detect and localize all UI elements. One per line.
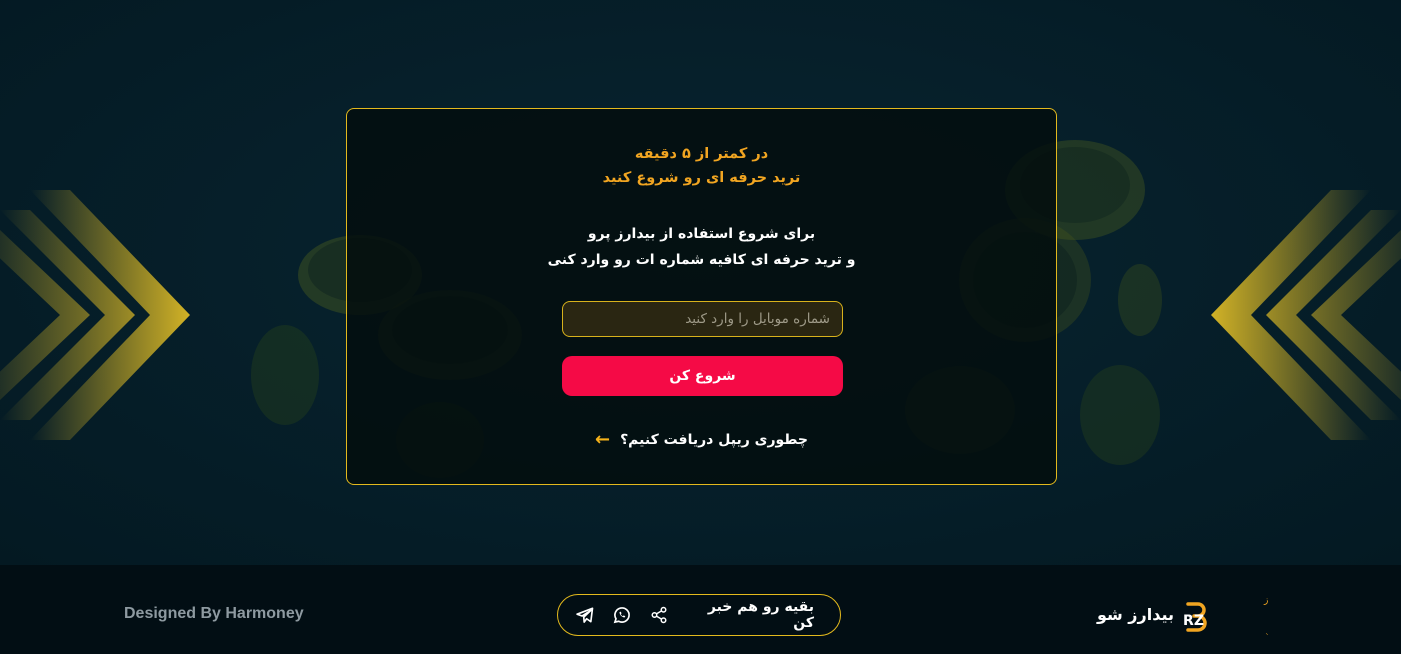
svg-text:سکوی امن تبادل ارزهای دیجیتال: سکوی امن تبادل ارزهای دیجیتال bbox=[1266, 630, 1268, 636]
coin-decoration-icon bbox=[251, 325, 319, 425]
how-to-receive-link[interactable]: چطوری ریپل دریافت کنیم؟ ← bbox=[347, 429, 1056, 450]
signup-card: در کمتر از ۵ دقیقه ترید حرفه ای رو شروع … bbox=[346, 108, 1057, 485]
telegram-icon[interactable] bbox=[575, 604, 595, 626]
share-bar: بقیه رو هم خبر کن bbox=[557, 594, 841, 636]
chevron-decoration-left bbox=[0, 190, 190, 440]
whatsapp-icon[interactable] bbox=[612, 604, 632, 626]
svg-text:بیـــد آرز: بیـــد آرز bbox=[1263, 594, 1268, 606]
designed-by-credit: Designed By Harmoney bbox=[124, 605, 304, 622]
phone-input[interactable] bbox=[562, 301, 843, 337]
how-to-receive-label: چطوری ریپل دریافت کنیم؟ bbox=[620, 431, 809, 448]
start-button[interactable]: شروع کن bbox=[562, 356, 843, 396]
promo-text: در کمتر از ۵ دقیقه ترید حرفه ای رو شروع … bbox=[347, 142, 1056, 190]
bidarz-logo: بیـــد آرز IDARZ سکوی امن تبادل ارزهای د… bbox=[1184, 594, 1268, 636]
intro-line-2: و ترید حرفه ای کافیه شماره ات رو وارد کن… bbox=[547, 252, 856, 268]
promo-line-1: در کمتر از ۵ دقیقه bbox=[634, 146, 769, 162]
brand[interactable]: بیـــد آرز IDARZ سکوی امن تبادل ارزهای د… bbox=[1097, 592, 1268, 636]
brand-name: بیدارز شو bbox=[1096, 604, 1174, 624]
chevron-decoration-right bbox=[1211, 190, 1401, 440]
share-icon[interactable] bbox=[649, 604, 669, 626]
svg-text:IDARZ: IDARZ bbox=[1184, 613, 1204, 629]
intro-text: برای شروع استفاده از بیدارز پرو و ترید ح… bbox=[347, 221, 1056, 273]
share-label: بقیه رو هم خبر کن bbox=[707, 599, 814, 631]
coin-decoration-icon bbox=[1080, 365, 1160, 465]
coin-decoration-icon bbox=[1118, 264, 1162, 336]
footer: Designed By Harmoney بقیه رو هم خبر کن ب… bbox=[0, 565, 1401, 654]
arrow-left-icon: ← bbox=[594, 429, 611, 450]
promo-line-2: ترید حرفه ای رو شروع کنید bbox=[602, 170, 801, 186]
intro-line-1: برای شروع استفاده از بیدارز پرو bbox=[587, 226, 816, 242]
